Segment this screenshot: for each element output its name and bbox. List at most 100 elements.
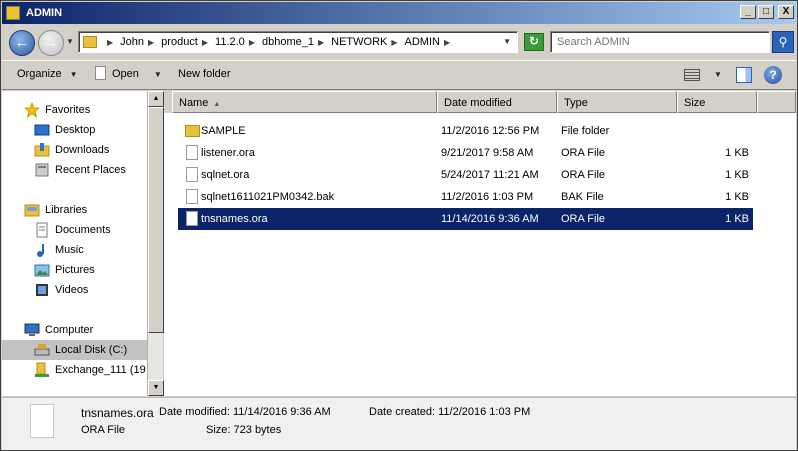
open-label: Open: [112, 67, 139, 80]
nav-documents[interactable]: Documents: [2, 220, 147, 240]
videos-icon: [36, 284, 48, 296]
breadcrumb-john[interactable]: John: [120, 36, 144, 48]
recent-pages-chevron-icon[interactable]: ▼: [66, 37, 74, 46]
details-value: 11/14/2016 9:36 AM: [233, 406, 331, 418]
open-button[interactable]: Open ▼: [95, 66, 162, 81]
breadcrumb-chevron-icon[interactable]: ▶: [444, 38, 450, 47]
breadcrumb-chevron-icon[interactable]: ▶: [202, 38, 208, 47]
folder-icon: [83, 36, 97, 48]
file-size: 1 KB: [725, 213, 749, 225]
file-type: ORA File: [561, 147, 606, 159]
view-list-icon[interactable]: [684, 69, 700, 81]
window-title: ADMIN: [26, 7, 63, 19]
nav-desktop[interactable]: Desktop: [2, 120, 147, 140]
folder-icon: [6, 6, 20, 20]
nav-music[interactable]: Music: [2, 240, 147, 260]
file-icon: [95, 66, 106, 80]
nav-label: Documents: [55, 224, 111, 236]
refresh-button[interactable]: ↻: [524, 33, 544, 51]
file-type: ORA File: [561, 213, 606, 225]
nav-label: Favorites: [45, 104, 91, 116]
file-date: 11/2/2016 1:03 PM: [441, 191, 534, 203]
details-date-created: Date created: 11/2/2016 1:03 PM: [369, 406, 530, 418]
nav-pictures[interactable]: Pictures: [2, 260, 147, 280]
file-list: Name ▲ Date modified Type Size SAMPLE 11/…: [164, 91, 796, 396]
address-bar[interactable]: ▶ John ▶ product ▶ 11.2.0 ▶ dbhome_1 ▶ N…: [78, 31, 518, 53]
details-label: Size:: [206, 424, 231, 436]
close-button[interactable]: X: [778, 5, 794, 19]
breadcrumb-chevron-icon[interactable]: ▶: [249, 38, 255, 47]
column-header-size[interactable]: Size: [677, 91, 757, 113]
downloads-icon: [34, 143, 50, 157]
scroll-up-icon[interactable]: ▲: [148, 91, 164, 107]
table-row-selected[interactable]: tnsnames.ora 11/14/2016 9:36 AM ORA File…: [178, 208, 753, 230]
column-label: Name: [179, 97, 209, 109]
search-input[interactable]: [550, 31, 770, 53]
breadcrumb-product[interactable]: product: [161, 36, 198, 48]
chevron-down-icon[interactable]: ▼: [714, 70, 722, 79]
breadcrumb-chevron-icon[interactable]: ▶: [107, 38, 113, 47]
breadcrumb-dbhome[interactable]: dbhome_1: [262, 36, 314, 48]
nav-exchange[interactable]: Exchange_111 (19: [2, 360, 147, 380]
organize-button[interactable]: Organize ▼: [17, 68, 78, 80]
nav-label: Pictures: [55, 264, 95, 276]
file-date: 11/2/2016 12:56 PM: [441, 125, 540, 137]
scroll-thumb[interactable]: [148, 107, 164, 333]
nav-computer[interactable]: Computer: [2, 320, 147, 340]
maximize-button[interactable]: □: [758, 5, 774, 19]
details-label: Date created:: [369, 406, 436, 418]
minimize-button[interactable]: _: [740, 5, 756, 19]
pictures-icon: [34, 264, 50, 277]
file-date: 9/21/2017 9:58 AM: [441, 147, 534, 159]
nav-label: Exchange_111 (19: [55, 364, 146, 376]
nav-favorites[interactable]: Favorites: [2, 100, 147, 120]
help-icon[interactable]: ?: [764, 66, 782, 84]
new-folder-button[interactable]: New folder: [178, 68, 231, 80]
table-row[interactable]: listener.ora 9/21/2017 9:58 AM ORA File …: [178, 142, 753, 164]
breadcrumb-chevron-icon[interactable]: ▶: [318, 38, 324, 47]
nav-local-disk[interactable]: Local Disk (C:): [2, 340, 147, 360]
nav-scrollbar[interactable]: ▲ ▼: [147, 91, 164, 396]
file-icon: [186, 167, 198, 182]
file-name: tnsnames.ora: [201, 213, 268, 225]
nav-label: Computer: [45, 324, 94, 336]
explorer-window: ADMIN _ □ X ← → ▼ ▶ John ▶ product ▶ 11.…: [0, 0, 798, 451]
preview-pane-icon[interactable]: [736, 67, 752, 83]
music-icon: [37, 244, 44, 257]
nav-recent-places[interactable]: Recent Places: [2, 160, 147, 180]
column-header-type[interactable]: Type: [557, 91, 677, 113]
breadcrumb-version[interactable]: 11.2.0: [215, 36, 245, 48]
title-bar[interactable]: ADMIN _ □ X: [2, 2, 796, 24]
star-icon: [24, 102, 40, 118]
forward-button[interactable]: →: [38, 30, 64, 56]
details-value: 11/2/2016 1:03 PM: [438, 406, 531, 418]
details-filename: tnsnames.ora: [81, 406, 154, 420]
nav-libraries[interactable]: Libraries: [2, 200, 147, 220]
scroll-down-icon[interactable]: ▼: [148, 380, 164, 396]
column-header-name[interactable]: Name ▲: [172, 91, 437, 113]
search-button[interactable]: ⚲: [772, 31, 794, 53]
breadcrumb-network[interactable]: NETWORK: [331, 36, 387, 48]
file-type: ORA File: [561, 169, 606, 181]
back-button[interactable]: ←: [9, 30, 35, 56]
file-size: 1 KB: [725, 191, 749, 203]
address-dropdown-icon[interactable]: ▼: [503, 37, 511, 46]
breadcrumb-chevron-icon[interactable]: ▶: [148, 38, 154, 47]
file-name: sqlnet1611021PM0342.bak: [201, 191, 335, 203]
breadcrumb-chevron-icon[interactable]: ▶: [391, 38, 397, 47]
nav-videos[interactable]: Videos: [2, 280, 147, 300]
nav-label: Local Disk (C:): [55, 344, 128, 356]
network-drive-icon: [35, 362, 49, 377]
search-icon: ⚲: [778, 35, 788, 49]
sort-ascending-icon: ▲: [213, 101, 221, 108]
table-row[interactable]: SAMPLE 11/2/2016 12:56 PM File folder: [178, 120, 753, 142]
nav-label: Libraries: [45, 204, 88, 216]
nav-downloads[interactable]: Downloads: [2, 140, 147, 160]
chevron-down-icon[interactable]: ▼: [154, 70, 162, 79]
breadcrumb-admin[interactable]: ADMIN: [405, 36, 440, 48]
column-header-date[interactable]: Date modified: [437, 91, 557, 113]
table-row[interactable]: sqlnet1611021PM0342.bak 11/2/2016 1:03 P…: [178, 186, 753, 208]
file-icon: [186, 211, 198, 226]
computer-icon: [24, 323, 40, 336]
table-row[interactable]: sqlnet.ora 5/24/2017 11:21 AM ORA File 1…: [178, 164, 753, 186]
